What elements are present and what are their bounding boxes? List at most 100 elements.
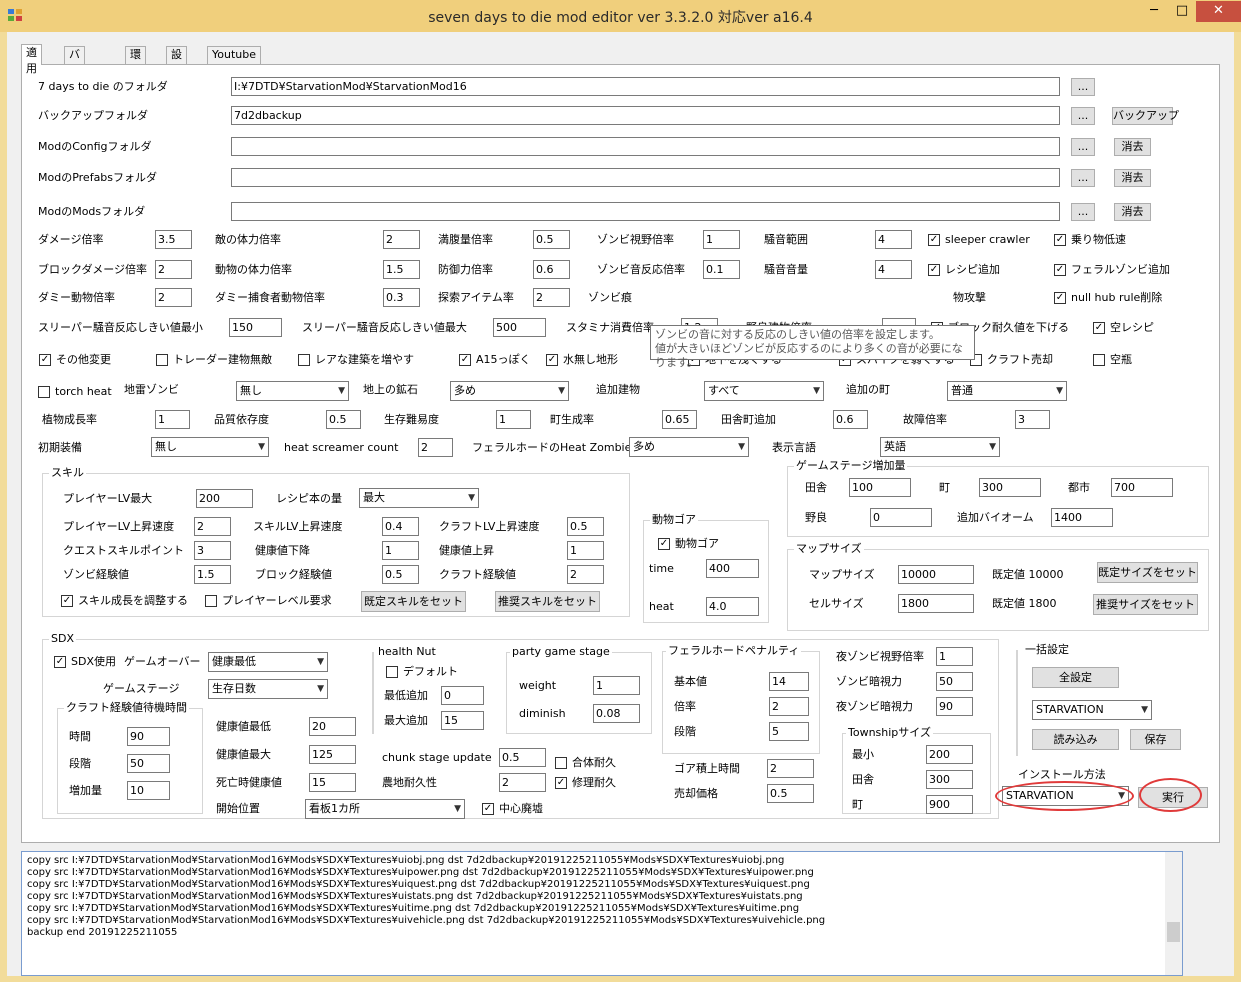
close-button[interactable]: ✕ (1196, 1, 1241, 22)
gs-town-input[interactable]: 300 (979, 478, 1041, 497)
add-town-select[interactable]: 普通 ▼ (947, 381, 1067, 401)
game-folder-input[interactable]: I:¥7DTD¥StarvationMod¥StarvationMod16 (231, 77, 1060, 96)
sell-price-input[interactable]: 0.5 (767, 784, 814, 803)
recipe-add-checkbox[interactable]: ✓ レシピ追加 (928, 263, 1000, 277)
mods-folder-browse-button[interactable]: ... (1071, 203, 1095, 221)
map-size-input[interactable]: 10000 (898, 565, 974, 584)
sleeper-min-input[interactable]: 150 (229, 318, 282, 337)
set-default-skill-button[interactable]: 既定スキルをセット (361, 591, 466, 612)
game-folder-browse-button[interactable]: ... (1071, 78, 1095, 96)
craft-exp-input[interactable]: 2 (567, 565, 604, 584)
set-recommended-skill-button[interactable]: 推奨スキルをセット (495, 591, 600, 612)
farm-durability-input[interactable]: 2 (499, 773, 546, 792)
other-change-checkbox[interactable]: ✓ その他変更 (39, 353, 111, 367)
health-up-input[interactable]: 1 (567, 541, 604, 560)
death-health-input[interactable]: 15 (309, 773, 356, 792)
player-lv-speed-input[interactable]: 2 (194, 517, 231, 536)
tab-backup[interactable]: バックアップ (64, 46, 85, 141)
gore-heat-input[interactable]: 4.0 (706, 597, 759, 616)
zombie-exp-input[interactable]: 1.5 (194, 565, 231, 584)
health-nut-default-checkbox[interactable]: デフォルト (386, 665, 458, 679)
craft-time-input[interactable]: 90 (127, 727, 170, 746)
quality-dep-input[interactable]: 0.5 (326, 410, 361, 429)
zombie-sight-input[interactable]: 1 (703, 230, 740, 249)
craft-steps-input[interactable]: 50 (127, 754, 170, 773)
sleeper-crawler-checkbox[interactable]: ✓ sleeper crawler (928, 233, 1030, 247)
town-gen-input[interactable]: 0.65 (662, 410, 697, 429)
prefabs-clear-button[interactable]: 消去 (1114, 169, 1151, 187)
screamer-input[interactable]: 2 (418, 438, 453, 457)
rare-building-checkbox[interactable]: レアな建築を増やす (298, 353, 414, 367)
enemy-hp-input[interactable]: 2 (383, 230, 420, 249)
health-max-input[interactable]: 125 (309, 745, 356, 764)
skill-lv-speed-input[interactable]: 0.4 (382, 517, 419, 536)
install-method-select[interactable]: STARVATION ▼ (1002, 786, 1129, 806)
night-sight-input[interactable]: 1 (936, 647, 973, 666)
dummy-animal-input[interactable]: 2 (155, 288, 192, 307)
township-min-input[interactable]: 200 (926, 745, 973, 764)
explore-item-input[interactable]: 2 (533, 288, 570, 307)
empty-bottle-checkbox[interactable]: 空瓶 (1093, 353, 1132, 367)
health-min-input[interactable]: 20 (309, 717, 356, 736)
craft-increase-input[interactable]: 10 (127, 781, 170, 800)
torch-heat-checkbox[interactable]: torch heat (38, 385, 112, 399)
cell-size-input[interactable]: 1800 (898, 594, 974, 613)
mods-folder-input[interactable] (231, 202, 1060, 221)
township-town-input[interactable]: 900 (926, 795, 973, 814)
initial-equip-select[interactable]: 無し ▼ (151, 437, 269, 457)
noise-range-input[interactable]: 4 (875, 230, 912, 249)
config-folder-input[interactable] (231, 137, 1060, 156)
animal-gore-checkbox[interactable]: ✓ 動物ゴア (658, 537, 719, 551)
sleeper-max-input[interactable]: 500 (493, 318, 546, 337)
trader-invincible-checkbox[interactable]: トレーダー建物無敵 (156, 353, 272, 367)
feral-steps-input[interactable]: 5 (769, 722, 809, 741)
vehicle-slow-checkbox[interactable]: ✓ 乗り物低速 (1054, 233, 1126, 247)
repair-durability-checkbox[interactable]: ✓ 修理耐久 (555, 776, 616, 790)
gore-time-input[interactable]: 400 (706, 559, 759, 578)
null-hub-checkbox[interactable]: ✓ null hub rule削除 (1054, 291, 1162, 305)
merge-durability-checkbox[interactable]: 合体耐久 (555, 756, 616, 770)
zombie-sound-input[interactable]: 0.1 (703, 260, 740, 279)
run-button[interactable]: 実行 (1138, 787, 1208, 808)
prefabs-folder-browse-button[interactable]: ... (1071, 169, 1095, 187)
feral-zombie-add-checkbox[interactable]: ✓ フェラルゾンビ追加 (1054, 263, 1170, 277)
sdx-use-checkbox[interactable]: ✓ SDX使用 (54, 655, 116, 669)
tab-apply[interactable]: 適用 (21, 44, 42, 75)
survival-diff-input[interactable]: 1 (496, 410, 531, 429)
save-button[interactable]: 保存 (1130, 729, 1181, 750)
gs-city-input[interactable]: 700 (1111, 478, 1173, 497)
plant-growth-input[interactable]: 1 (155, 410, 190, 429)
gameover-select[interactable]: 健康最低 ▼ (208, 652, 328, 672)
adjust-growth-checkbox[interactable]: ✓ スキル成長を調整する (61, 594, 188, 608)
gs-biome-input[interactable]: 1400 (1051, 508, 1113, 527)
backup-folder-browse-button[interactable]: ... (1071, 107, 1095, 125)
feral-rate-input[interactable]: 2 (769, 697, 809, 716)
minimize-button[interactable]: ─ (1140, 1, 1168, 22)
craft-sell-checkbox[interactable]: クラフト売却 (970, 353, 1053, 367)
block-exp-input[interactable]: 0.5 (382, 565, 419, 584)
prefabs-folder-input[interactable] (231, 168, 1060, 187)
backup-button[interactable]: バックアップ (1112, 107, 1179, 125)
mods-clear-button[interactable]: 消去 (1114, 203, 1151, 221)
waterless-terrain-checkbox[interactable]: ✓ 水無し地形 (546, 353, 618, 367)
night-dark-sight-input[interactable]: 90 (936, 697, 973, 716)
config-folder-browse-button[interactable]: ... (1071, 138, 1095, 156)
feral-base-input[interactable]: 14 (769, 672, 809, 691)
language-select[interactable]: 英語 ▼ (880, 437, 1000, 457)
chunk-update-input[interactable]: 0.5 (499, 748, 546, 767)
failure-rate-input[interactable]: 3 (1015, 410, 1050, 429)
zombie-dark-sight-input[interactable]: 50 (936, 672, 973, 691)
hunger-input[interactable]: 0.5 (533, 230, 570, 249)
gore-time-stack-input[interactable]: 2 (767, 759, 814, 778)
township-rural-input[interactable]: 300 (926, 770, 973, 789)
center-ruins-checkbox[interactable]: ✓ 中心廃墟 (482, 802, 543, 816)
empty-recipe-checkbox[interactable]: ✓ 空レシピ (1093, 321, 1154, 335)
craft-lv-speed-input[interactable]: 0.5 (567, 517, 604, 536)
health-down-input[interactable]: 1 (382, 541, 419, 560)
party-diminish-input[interactable]: 0.08 (593, 704, 640, 723)
start-pos-select[interactable]: 看板1カ所 ▼ (305, 799, 465, 819)
max-add-input[interactable]: 15 (441, 711, 484, 730)
damage-rate-input[interactable]: 3.5 (155, 230, 192, 249)
min-add-input[interactable]: 0 (441, 686, 484, 705)
defense-input[interactable]: 0.6 (533, 260, 570, 279)
